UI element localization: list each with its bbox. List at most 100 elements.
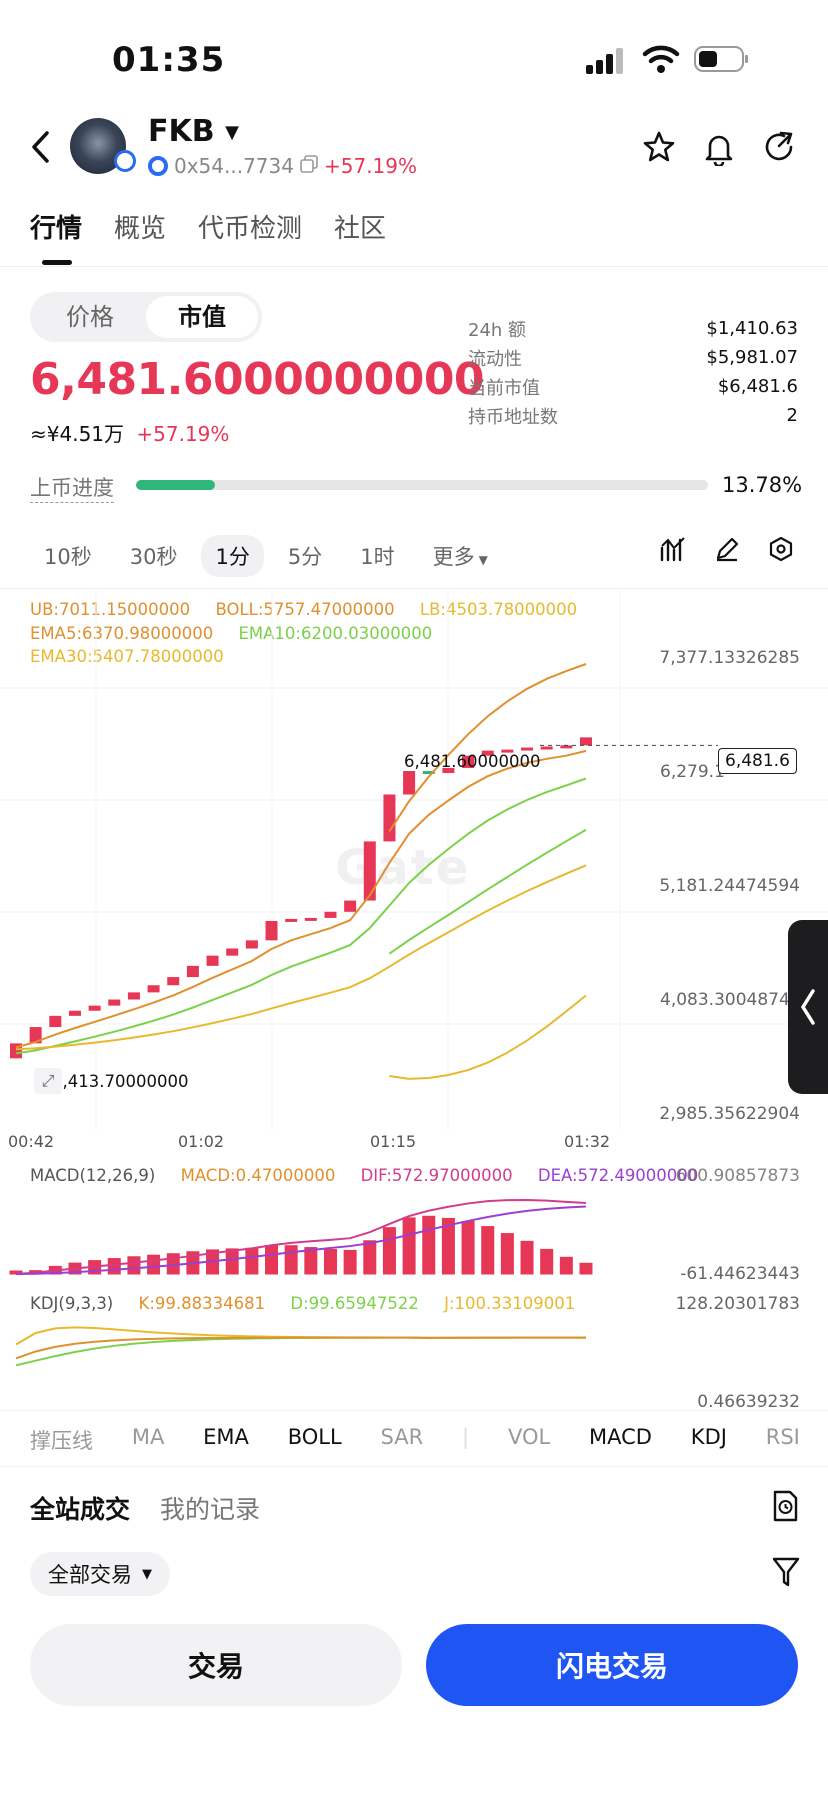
time-axis-label: 00:42 [8, 1132, 55, 1151]
token-subline: 0x54...7734 +57.19% [148, 154, 417, 178]
history-icon[interactable] [770, 1490, 800, 1526]
chart-top-divider [0, 588, 828, 589]
timeframe-1h[interactable]: 1时 [346, 535, 408, 577]
back-icon[interactable] [30, 130, 50, 168]
kdj-legend: KDJ(9,3,3) K:99.88334681 D:99.65947522 J… [30, 1294, 575, 1313]
candle [147, 985, 160, 993]
candle [540, 746, 553, 750]
macd-histogram-bar [402, 1217, 416, 1275]
indicator-rsi[interactable]: RSI [766, 1425, 800, 1455]
indicator-kdj[interactable]: KDJ [691, 1425, 727, 1455]
macd-histogram-bar [500, 1233, 514, 1275]
settings-hexagon-icon[interactable] [768, 536, 794, 566]
tab-overview[interactable]: 概览 [114, 208, 166, 245]
macd-histogram-bar [540, 1248, 554, 1275]
bell-icon[interactable] [702, 130, 736, 170]
candle [344, 900, 357, 912]
macd-chart [9, 1198, 593, 1275]
main-tabs: 行情 概览 代币检测 社区 [30, 208, 386, 265]
caret-down-icon: ▼ [142, 1566, 152, 1582]
token-name[interactable]: FKB ▼ [148, 114, 239, 149]
macd-histogram-bar [265, 1245, 279, 1275]
boll-lower-line [389, 994, 587, 1080]
stat-label: 当前市值 [468, 377, 540, 399]
macd-axis-top: 600.90857873 [675, 1166, 800, 1186]
stat-label: 24h 额 [468, 319, 527, 341]
macd-histogram-bar [147, 1254, 161, 1275]
macd-histogram-bar [323, 1249, 337, 1275]
dea-line [15, 1205, 587, 1275]
timeframe-selector: 10秒 30秒 1分 5分 1时 更多 ▼ [30, 535, 502, 577]
timeframe-more[interactable]: 更多 ▼ [419, 535, 502, 577]
indicator-macd[interactable]: MACD [589, 1425, 652, 1455]
candle [304, 917, 317, 921]
legend-dea: DEA:572.49000000 [537, 1166, 699, 1185]
high-price-label: 6,481.60000000 [404, 752, 541, 771]
candlestick-chart[interactable] [0, 590, 828, 1130]
price-mcap-toggle: 价格 市值 [30, 292, 262, 342]
timeframe-1m[interactable]: 1分 [201, 535, 264, 577]
candle [285, 918, 298, 922]
indicator-boll[interactable]: BOLL [288, 1425, 342, 1455]
macd-histogram-bar [481, 1226, 495, 1275]
tab-market[interactable]: 行情 [30, 208, 82, 265]
indicator-sar[interactable]: SAR [381, 1425, 424, 1455]
market-cap-cny-line: ≈¥4.51万 +57.19% [30, 418, 229, 447]
macd-histogram-bar [225, 1248, 239, 1275]
macd-histogram-bar [461, 1220, 475, 1275]
indicator-vol[interactable]: VOL [508, 1425, 550, 1455]
candle [363, 841, 376, 901]
filter-icon[interactable] [772, 1556, 800, 1592]
flash-trade-button[interactable]: 闪电交易 [426, 1624, 798, 1706]
caret-down-icon: ▼ [225, 122, 239, 143]
macd-histogram-bar [422, 1215, 436, 1275]
price-axis-label: 5,181.24474594 [659, 876, 800, 896]
indicator-chart-icon[interactable] [660, 536, 686, 566]
candle [324, 911, 337, 918]
copy-icon[interactable] [300, 154, 318, 178]
price-axis-label: 7,377.13326285 [659, 648, 800, 668]
stat-row: 24h 额 $1,410.63 [468, 314, 798, 343]
star-icon[interactable] [642, 130, 676, 168]
candle [127, 992, 140, 1000]
tab-my-records[interactable]: 我的记录 [160, 1490, 260, 1526]
draw-pen-icon[interactable] [714, 536, 740, 566]
ema30-line [15, 864, 587, 1051]
indicator-support[interactable]: 撑压线 [30, 1425, 93, 1455]
trade-filter-chip[interactable]: 全部交易 ▼ [30, 1552, 170, 1596]
time-axis-label: 01:32 [564, 1132, 611, 1151]
macd-histogram-bar [363, 1240, 377, 1275]
indicator-ma[interactable]: MA [132, 1425, 164, 1455]
listing-progress-label[interactable]: 上币进度 [30, 472, 114, 503]
signal-icon [586, 48, 628, 78]
trade-button[interactable]: 交易 [30, 1624, 402, 1706]
candle [383, 794, 396, 842]
macd-histogram-bar [245, 1247, 259, 1275]
share-icon[interactable] [762, 130, 796, 168]
timeframe-30s[interactable]: 30秒 [116, 535, 192, 577]
macd-histogram-bar [107, 1258, 121, 1275]
stats-panel: 24h 额 $1,410.63 流动性 $5,981.07 当前市值 $6,481.6… [468, 314, 798, 430]
tab-token-check[interactable]: 代币检测 [198, 208, 302, 245]
toggle-market-cap[interactable]: 市值 [146, 296, 258, 338]
market-cap-value: 6,481.6000000000 [30, 354, 485, 405]
timeframe-10s[interactable]: 10秒 [30, 535, 106, 577]
candle [403, 771, 416, 795]
tab-all-trades[interactable]: 全站成交 [30, 1490, 130, 1526]
indicator-top-divider [0, 1410, 828, 1411]
timeframe-5m[interactable]: 5分 [274, 535, 336, 577]
indicator-ema[interactable]: EMA [203, 1425, 249, 1455]
stat-row: 流动性 $5,981.07 [468, 343, 798, 372]
kdj-axis-top: 128.20301783 [675, 1294, 800, 1314]
tab-community[interactable]: 社区 [334, 208, 386, 245]
chain-badge-icon [114, 150, 136, 172]
candle [68, 1010, 81, 1016]
expand-icon[interactable]: ⤢ [34, 1068, 62, 1094]
legend-macd: MACD:0.47000000 [180, 1166, 336, 1185]
token-address: 0x54...7734 [174, 154, 294, 178]
toggle-price[interactable]: 价格 [34, 296, 146, 338]
price-axis-label: 2,985.35622904 [659, 1104, 800, 1124]
side-panel-tab[interactable] [788, 920, 828, 1094]
macd-histogram-bar [579, 1262, 593, 1275]
chain-icon [148, 156, 168, 176]
